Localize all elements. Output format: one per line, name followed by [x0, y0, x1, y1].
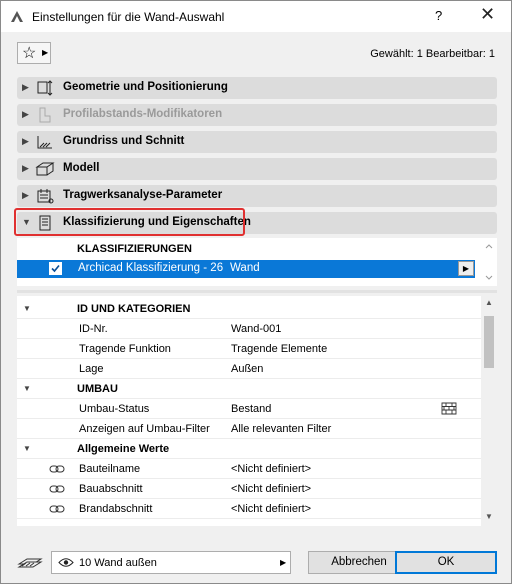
chevron-right-icon: ▶: [22, 136, 29, 146]
chevron-right-icon: ▶: [42, 48, 49, 57]
classification-system: Archicad Klassifizierung - 26: [78, 262, 224, 274]
group-title: Allgemeine Werte: [77, 443, 170, 455]
property-value[interactable]: Alle relevanten Filter: [231, 423, 331, 435]
property-row[interactable]: Anzeigen auf Umbau-Filter Alle relevante…: [17, 419, 481, 439]
group-title: UMBAU: [77, 383, 118, 395]
dialog-title: Einstellungen für die Wand-Auswahl: [32, 10, 225, 24]
eye-icon: [58, 558, 74, 567]
favorites-button[interactable]: ☆ ▶: [17, 42, 51, 64]
layers-icon: [17, 558, 43, 568]
classification-checkbox[interactable]: [49, 262, 62, 275]
property-key: Tragende Funktion: [79, 343, 171, 355]
group-header[interactable]: ▼ ID UND KATEGORIEN: [17, 299, 481, 319]
property-value[interactable]: <Nicht definiert>: [231, 463, 311, 475]
scroll-down-icon[interactable]: ▼: [485, 512, 493, 521]
property-row[interactable]: Lage Außen: [17, 359, 481, 379]
chevron-right-icon: ▶: [22, 109, 29, 119]
panel-label: Geometrie und Positionierung: [63, 81, 228, 93]
property-row[interactable]: Bauteilname <Nicht definiert>: [17, 459, 481, 479]
panel-label: Grundriss und Schnitt: [63, 135, 185, 147]
property-key: Bauabschnitt: [79, 483, 143, 495]
chevron-right-icon: ▶: [22, 163, 29, 173]
structural-analysis-icon: [37, 189, 54, 204]
link-icon: [49, 505, 65, 513]
selection-info: Gewählt: 1 Bearbeitbar: 1: [370, 48, 495, 60]
chevron-right-icon: ▶: [22, 82, 29, 92]
chevron-right-icon: ▶: [280, 558, 287, 567]
geometry-icon: [37, 80, 53, 96]
property-value[interactable]: Außen: [231, 363, 263, 375]
chevron-down-icon: ▼: [23, 304, 31, 313]
star-icon: ☆: [22, 45, 37, 62]
chevron-right-icon: ▶: [22, 190, 29, 200]
panel-grundriss[interactable]: ▶ Grundriss und Schnitt: [17, 131, 497, 153]
properties-scrollbar[interactable]: ▲ ▼: [481, 296, 497, 526]
property-key: Brandabschnitt: [79, 503, 153, 515]
classification-value: Wand: [230, 262, 260, 274]
link-icon: [49, 485, 65, 493]
panel-modell[interactable]: ▶ Modell: [17, 158, 497, 180]
property-value[interactable]: <Nicht definiert>: [231, 483, 311, 495]
property-row[interactable]: Bauabschnitt <Nicht definiert>: [17, 479, 481, 499]
chevron-down-icon: ▼: [23, 384, 31, 393]
property-key: Bauteilname: [79, 463, 141, 475]
panel-label: Tragwerksanalyse-Parameter: [63, 189, 223, 201]
favorite-selector[interactable]: 10 Wand außen ▶: [51, 551, 291, 574]
panel-profilabstands[interactable]: ▶ Profilabstands-Modifikatoren: [17, 104, 497, 126]
title-bar: Einstellungen für die Wand-Auswahl ? ✕: [1, 1, 511, 32]
panel-label: Modell: [63, 162, 100, 174]
help-button[interactable]: ?: [435, 8, 442, 23]
property-key: Lage: [79, 363, 104, 375]
property-value[interactable]: <Nicht definiert>: [231, 503, 311, 515]
property-value[interactable]: Wand-001: [231, 323, 281, 335]
group-header[interactable]: ▼ Allgemeine Werte: [17, 439, 481, 459]
panel-geometrie[interactable]: ▶ Geometrie und Positionierung: [17, 77, 497, 99]
group-header[interactable]: ▼ UMBAU: [17, 379, 481, 399]
panel-tragwerksanalyse[interactable]: ▶ Tragwerksanalyse-Parameter: [17, 185, 497, 207]
bricks-icon: [441, 402, 457, 415]
property-key: Umbau-Status: [79, 403, 150, 415]
property-row[interactable]: Tragende Funktion Tragende Elemente: [17, 339, 481, 359]
properties-table: ▼ ID UND KATEGORIEN ID-Nr. Wand-001 Trag…: [17, 296, 497, 526]
property-row[interactable]: Umbau-Status Bestand: [17, 399, 481, 419]
splitter[interactable]: [17, 290, 497, 293]
property-value[interactable]: Tragende Elemente: [231, 343, 327, 355]
profile-offset-icon: [39, 107, 51, 123]
group-title: ID UND KATEGORIEN: [77, 303, 191, 315]
classifications-heading: KLASSIFIZIERUNGEN: [77, 243, 192, 255]
archicad-app-icon: [11, 11, 23, 22]
classification-picker-button[interactable]: ▶: [458, 261, 474, 276]
highlight-frame: [14, 208, 245, 236]
floorplan-section-icon: [37, 136, 52, 149]
ok-button[interactable]: OK: [395, 551, 497, 574]
favorite-value: 10 Wand außen: [79, 557, 157, 569]
property-key: ID-Nr.: [79, 323, 108, 335]
model-icon: [35, 162, 55, 176]
property-row[interactable]: Brandabschnitt <Nicht definiert>: [17, 499, 481, 519]
panel-label: Profilabstands-Modifikatoren: [63, 108, 223, 120]
settings-dialog: Einstellungen für die Wand-Auswahl ? ✕ ☆…: [0, 0, 512, 584]
property-value[interactable]: Bestand: [231, 403, 271, 415]
scroll-up-icon[interactable]: ▲: [485, 298, 493, 307]
classification-row[interactable]: Archicad Klassifizierung - 26 Wand ▶: [17, 260, 475, 278]
property-key: Anzeigen auf Umbau-Filter: [79, 423, 210, 435]
classification-scrollbar[interactable]: [482, 238, 496, 286]
link-icon: [49, 465, 65, 473]
property-row[interactable]: ID-Nr. Wand-001: [17, 319, 481, 339]
chevron-down-icon: ▼: [23, 444, 31, 453]
close-button[interactable]: ✕: [480, 4, 495, 25]
scroll-thumb[interactable]: [484, 316, 494, 368]
